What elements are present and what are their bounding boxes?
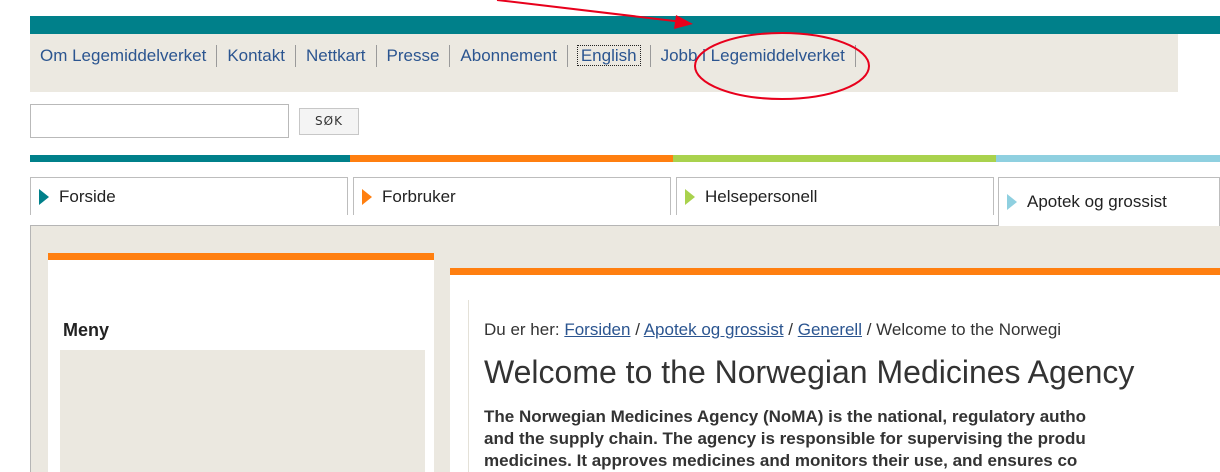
search-input[interactable] [30,104,289,138]
nav-link-english[interactable]: English [568,45,651,67]
top-teal-bar [30,16,1220,34]
tab-forside[interactable]: Forside [30,177,348,215]
section-bar-orange [350,155,673,162]
section-bar-green [673,155,996,162]
breadcrumb-prefix: Du er her: [484,320,560,339]
breadcrumb-current: Welcome to the Norwegi [876,320,1062,339]
breadcrumb-link-generell[interactable]: Generell [798,320,862,339]
triangle-right-icon [39,188,49,205]
triangle-right-icon [685,188,695,205]
section-bar-lightblue [996,155,1220,162]
section-bar-teal [30,155,350,162]
triangle-right-icon [1007,194,1017,210]
tab-label: Forbruker [382,186,456,206]
tab-label: Forside [59,186,116,206]
tab-helsepersonell[interactable]: Helsepersonell [676,177,994,215]
tab-forbruker[interactable]: Forbruker [353,177,671,215]
top-navigation: Om Legemiddelverket Kontakt Nettkart Pre… [30,34,1178,92]
nav-link-abonnement[interactable]: Abonnement [450,45,568,67]
nav-link-om-legemiddelverket[interactable]: Om Legemiddelverket [40,45,218,67]
breadcrumb-link-forsiden[interactable]: Forsiden [564,320,630,339]
triangle-right-icon [362,188,372,205]
intro-line: and the supply chain. The agency is resp… [484,429,1086,448]
tab-label: Apotek og grossist [1027,192,1167,211]
intro-line: medicines. It approves medicines and mon… [484,451,1078,470]
breadcrumb: Du er her: Forsiden / Apotek og grossist… [484,320,1062,339]
page-title: Welcome to the Norwegian Medicines Agenc… [484,354,1135,390]
tab-apotek-og-grossist[interactable]: Apotek og grossist [998,177,1220,226]
tab-label: Helsepersonell [705,186,818,206]
intro-text: The Norwegian Medicines Agency (NoMA) is… [484,406,1220,472]
nav-link-kontakt[interactable]: Kontakt [217,45,296,67]
intro-line: The Norwegian Medicines Agency (NoMA) is… [484,407,1086,426]
nav-link-presse[interactable]: Presse [377,45,451,67]
nav-link-nettkart[interactable]: Nettkart [296,45,377,67]
nav-link-english-label[interactable]: English [576,45,641,66]
breadcrumb-link-apotek[interactable]: Apotek og grossist [644,320,784,339]
nav-link-jobb[interactable]: Jobb i Legemiddelverket [651,45,856,67]
menu-title: Meny [60,300,425,350]
search-button[interactable]: SØK [299,108,359,135]
